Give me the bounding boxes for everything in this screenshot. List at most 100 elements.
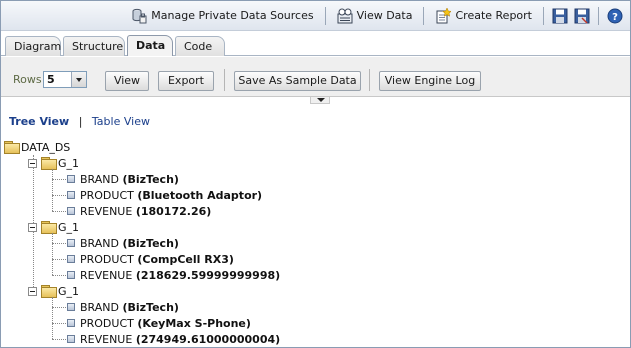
svg-text:?: ? bbox=[612, 12, 618, 23]
tree-root[interactable]: DATA_DS bbox=[4, 139, 70, 155]
help-icon[interactable]: ? bbox=[606, 7, 624, 25]
tab-diagram[interactable]: Diagram bbox=[5, 36, 61, 56]
folder-icon bbox=[41, 221, 57, 234]
options-divider bbox=[224, 69, 225, 91]
export-button[interactable]: Export bbox=[158, 71, 214, 91]
tree-leaf[interactable]: REVENUE (218629.59999999998) bbox=[67, 267, 280, 283]
tree-connector bbox=[52, 179, 66, 180]
tree-leaf[interactable]: PRODUCT (CompCell RX3) bbox=[67, 251, 234, 267]
save-as-sample-data-button[interactable]: Save As Sample Data bbox=[234, 71, 361, 91]
tree-leaf[interactable]: BRAND (BizTech) bbox=[67, 299, 179, 315]
collapse-icon[interactable] bbox=[28, 222, 37, 232]
toolbar-divider bbox=[324, 6, 326, 25]
view-separator: | bbox=[78, 115, 83, 128]
create-report-button[interactable]: Create Report bbox=[429, 5, 538, 27]
tree-connector bbox=[52, 169, 53, 211]
toolbar-divider bbox=[543, 6, 544, 25]
field-value: (274949.61000000004) bbox=[135, 332, 281, 346]
leaf-node-icon bbox=[67, 239, 75, 247]
chevron-down-icon bbox=[71, 72, 86, 87]
rows-select[interactable]: 5 bbox=[43, 71, 87, 88]
create-report-icon bbox=[435, 6, 453, 24]
field-value: (BizTech) bbox=[122, 236, 179, 250]
field-name: PRODUCT bbox=[80, 188, 134, 202]
tree-group[interactable]: G_1 bbox=[28, 219, 79, 235]
field-name: REVENUE bbox=[80, 204, 133, 218]
tree-connector bbox=[52, 233, 53, 275]
tree-connector bbox=[52, 259, 66, 260]
leaf-node-icon bbox=[67, 255, 75, 263]
tree-connector bbox=[52, 211, 66, 212]
manage-private-data-sources-label: Manage Private Data Sources bbox=[151, 9, 314, 22]
save-icon[interactable] bbox=[551, 7, 569, 25]
editor-tabs: Diagram Structure Data Code bbox=[1, 32, 630, 56]
leaf-node-icon bbox=[67, 271, 75, 279]
window-frame: Manage Private Data Sources View Data Cr… bbox=[0, 0, 631, 348]
data-tree: DATA_DS G_1 BRAND (BizTech) PRODUCT (Blu… bbox=[1, 135, 630, 347]
collapse-icon[interactable] bbox=[28, 286, 37, 296]
field-value: (CompCell RX3) bbox=[137, 252, 234, 266]
field-name: PRODUCT bbox=[80, 316, 134, 330]
data-sources-icon bbox=[131, 8, 147, 24]
tree-group[interactable]: G_1 bbox=[28, 283, 79, 299]
field-name: BRAND bbox=[80, 300, 119, 314]
field-name: REVENUE bbox=[80, 332, 133, 346]
field-name: PRODUCT bbox=[80, 252, 134, 266]
field-value: (218629.59999999998) bbox=[135, 268, 281, 282]
tree-leaf[interactable]: PRODUCT (KeyMax S-Phone) bbox=[67, 315, 251, 331]
view-switch: Tree View | Table View bbox=[9, 115, 150, 128]
top-toolbar: Manage Private Data Sources View Data Cr… bbox=[1, 1, 630, 31]
field-value: (BizTech) bbox=[122, 300, 179, 314]
view-data-icon bbox=[337, 8, 353, 24]
data-options-bar: Rows 5 View Export Save As Sample Data V… bbox=[1, 57, 630, 97]
tree-leaf[interactable]: REVENUE (274949.61000000004) bbox=[67, 331, 280, 347]
field-value: (BizTech) bbox=[122, 172, 179, 186]
rows-label: Rows bbox=[13, 73, 42, 86]
field-value: (180172.26) bbox=[135, 204, 212, 218]
save-as-icon[interactable] bbox=[573, 7, 591, 25]
folder-icon bbox=[41, 285, 57, 298]
field-name: BRAND bbox=[80, 172, 119, 186]
tree-connector bbox=[52, 323, 66, 324]
toolbar-divider bbox=[423, 6, 425, 25]
tree-connector bbox=[52, 195, 66, 196]
tree-group-label: G_1 bbox=[58, 156, 80, 170]
leaf-node-icon bbox=[67, 191, 75, 199]
folder-icon bbox=[41, 157, 57, 170]
field-name: BRAND bbox=[80, 236, 119, 250]
leaf-node-icon bbox=[67, 175, 75, 183]
tree-leaf[interactable]: REVENUE (180172.26) bbox=[67, 203, 211, 219]
tree-leaf[interactable]: BRAND (BizTech) bbox=[67, 171, 179, 187]
view-data-button[interactable]: View Data bbox=[331, 5, 419, 27]
collapse-toggle[interactable] bbox=[310, 97, 330, 104]
view-engine-log-button[interactable]: View Engine Log bbox=[379, 71, 481, 91]
leaf-node-icon bbox=[67, 335, 75, 343]
rows-select-value: 5 bbox=[47, 73, 55, 86]
leaf-node-icon bbox=[67, 303, 75, 311]
field-value: (Bluetooth Adaptor) bbox=[137, 188, 263, 202]
tree-root-label: DATA_DS bbox=[21, 140, 71, 154]
collapse-icon[interactable] bbox=[28, 158, 37, 168]
manage-private-data-sources-button[interactable]: Manage Private Data Sources bbox=[125, 5, 319, 27]
view-button[interactable]: View bbox=[105, 71, 149, 91]
tab-structure[interactable]: Structure bbox=[63, 36, 125, 56]
tree-view-link[interactable]: Tree View bbox=[9, 115, 69, 128]
field-name: REVENUE bbox=[80, 268, 133, 282]
tree-group[interactable]: G_1 bbox=[28, 155, 79, 171]
tree-connector bbox=[52, 307, 66, 308]
tree-connector bbox=[52, 339, 66, 340]
options-divider bbox=[369, 69, 370, 91]
tree-connector bbox=[52, 243, 66, 244]
tree-leaf[interactable]: BRAND (BizTech) bbox=[67, 235, 179, 251]
leaf-node-icon bbox=[67, 207, 75, 215]
toolbar-divider bbox=[598, 6, 599, 25]
tab-data[interactable]: Data bbox=[127, 35, 173, 56]
tree-leaf[interactable]: PRODUCT (Bluetooth Adaptor) bbox=[67, 187, 262, 203]
table-view-link[interactable]: Table View bbox=[92, 115, 150, 128]
view-data-label: View Data bbox=[356, 9, 413, 22]
field-value: (KeyMax S-Phone) bbox=[137, 316, 251, 330]
tree-group-label: G_1 bbox=[58, 284, 80, 298]
tab-code[interactable]: Code bbox=[175, 36, 225, 56]
tree-connector bbox=[52, 297, 53, 339]
create-report-label: Create Report bbox=[455, 9, 532, 22]
